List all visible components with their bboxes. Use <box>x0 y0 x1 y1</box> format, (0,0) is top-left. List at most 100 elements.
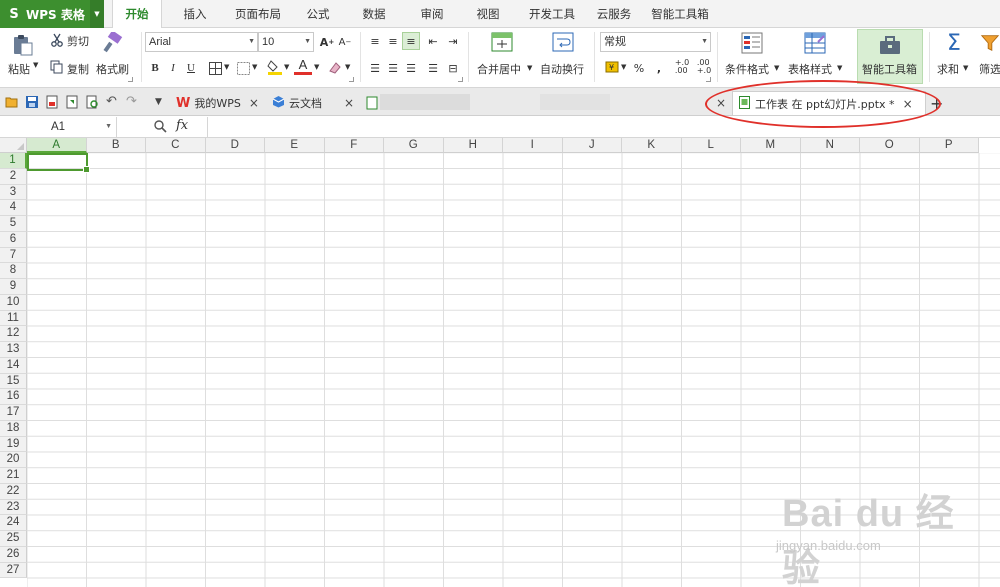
export-pdf-icon[interactable] <box>45 95 59 109</box>
column-header-g[interactable]: G <box>384 138 444 153</box>
distributed-icon[interactable]: ⊟ <box>444 59 462 77</box>
table-style-button[interactable]: 表格样式 <box>788 61 832 77</box>
tab-insert[interactable]: 插入 <box>170 0 220 28</box>
alignment-launcher-icon[interactable] <box>458 77 463 82</box>
cut-button[interactable]: 剪切 <box>67 33 89 49</box>
column-header-a[interactable]: A <box>27 138 87 153</box>
format-painter-button[interactable]: 格式刷 <box>96 61 129 77</box>
tab-review[interactable]: 审阅 <box>410 0 454 28</box>
column-header-l[interactable]: L <box>681 138 741 153</box>
merge-center-dropdown-icon[interactable]: ▼ <box>527 64 532 72</box>
row-header-10[interactable]: 10 <box>0 294 27 311</box>
row-header-7[interactable]: 7 <box>0 247 27 264</box>
number-format-select[interactable]: 常规 ▼ <box>600 32 711 52</box>
column-header-o[interactable]: O <box>860 138 920 153</box>
close-icon[interactable]: × <box>249 96 259 110</box>
row-header-26[interactable]: 26 <box>0 546 27 563</box>
tab-cloud-docs[interactable]: 云文档 × <box>272 91 354 115</box>
undo-icon[interactable]: ↶ <box>106 95 120 109</box>
smart-toolbox-button[interactable]: 智能工具箱 <box>857 29 923 84</box>
save-icon[interactable] <box>25 95 39 109</box>
table-style-icon[interactable] <box>803 31 827 55</box>
tab-view[interactable]: 视图 <box>466 0 510 28</box>
increase-decimal-button[interactable]: +.0 .00 <box>672 57 692 77</box>
table-style-dropdown-icon[interactable]: ▼ <box>837 64 842 72</box>
row-header-17[interactable]: 17 <box>0 405 27 421</box>
italic-button[interactable]: I <box>164 59 182 77</box>
wrap-text-button[interactable]: 自动换行 <box>540 61 584 77</box>
cell-style-dropdown-icon[interactable]: ▼ <box>252 63 257 71</box>
decrease-indent-icon[interactable]: ⇤ <box>424 32 442 50</box>
align-center-icon[interactable]: ☰ <box>384 59 402 77</box>
row-header-1[interactable]: 1 <box>0 153 27 169</box>
row-header-18[interactable]: 18 <box>0 420 27 437</box>
row-header-21[interactable]: 21 <box>0 468 27 484</box>
tab-developer[interactable]: 开发工具 <box>522 0 582 28</box>
sum-icon[interactable]: Σ <box>943 31 965 56</box>
font-size-select[interactable]: 10 ▼ <box>258 32 314 52</box>
row-header-16[interactable]: 16 <box>0 389 27 405</box>
name-box[interactable]: A1 ▼ <box>0 117 117 137</box>
merge-center-button[interactable]: 合并居中 <box>477 61 521 77</box>
align-right-icon[interactable]: ☰ <box>402 59 420 77</box>
select-all-button[interactable] <box>0 138 27 153</box>
copy-button[interactable]: 复制 <box>67 61 89 77</box>
column-header-b[interactable]: B <box>86 138 146 153</box>
align-middle-icon[interactable]: ≡ <box>384 32 402 50</box>
row-header-5[interactable]: 5 <box>0 216 27 232</box>
insert-function-button[interactable]: fx <box>176 118 188 133</box>
column-header-n[interactable]: N <box>800 138 860 153</box>
row-header-25[interactable]: 25 <box>0 531 27 547</box>
tab-my-wps[interactable]: W 我的WPS × <box>176 91 259 115</box>
app-menu-dropdown-icon[interactable]: ▼ <box>90 0 104 28</box>
decrease-font-icon[interactable]: A − <box>336 33 354 51</box>
name-box-dropdown-icon[interactable]: ▼ <box>105 117 112 137</box>
row-header-12[interactable]: 12 <box>0 326 27 342</box>
paste-button[interactable]: 粘贴 <box>8 61 30 77</box>
customize-toolbar-icon[interactable]: ▼ <box>155 95 169 109</box>
currency-format-icon[interactable]: ¥ <box>603 58 621 76</box>
magnifier-icon[interactable] <box>153 119 167 133</box>
close-icon[interactable]: × <box>344 96 354 110</box>
print-preview-icon[interactable] <box>85 95 99 109</box>
column-header-c[interactable]: C <box>146 138 206 153</box>
font-name-select[interactable]: Arial ▼ <box>145 32 258 52</box>
tab-data[interactable]: 数据 <box>352 0 396 28</box>
fill-color-icon[interactable] <box>266 58 284 76</box>
tab-cloud[interactable]: 云服务 <box>590 0 638 28</box>
wrap-text-icon[interactable] <box>551 31 575 53</box>
row-header-24[interactable]: 24 <box>0 515 27 531</box>
row-header-6[interactable]: 6 <box>0 231 27 248</box>
clear-format-dropdown-icon[interactable]: ▼ <box>345 63 350 71</box>
column-header-d[interactable]: D <box>205 138 265 153</box>
cell-fill-style-icon[interactable] <box>234 59 252 77</box>
tab-formula[interactable]: 公式 <box>296 0 340 28</box>
print-icon[interactable] <box>65 95 79 109</box>
sum-button[interactable]: 求和 <box>937 61 959 77</box>
row-header-8[interactable]: 8 <box>0 263 27 279</box>
column-header-i[interactable]: I <box>503 138 563 153</box>
filter-button[interactable]: 筛选 <box>979 61 1000 77</box>
row-header-4[interactable]: 4 <box>0 200 27 216</box>
redo-icon[interactable]: ↷ <box>126 95 140 109</box>
number-launcher-icon[interactable] <box>706 77 711 82</box>
format-painter-icon[interactable] <box>102 31 124 55</box>
tab-home[interactable]: 开始 <box>112 0 162 29</box>
increase-font-icon[interactable]: A + <box>318 33 336 51</box>
borders-dropdown-icon[interactable]: ▼ <box>224 63 229 71</box>
underline-button[interactable]: U <box>182 59 200 77</box>
merge-center-icon[interactable] <box>490 31 514 53</box>
row-header-27[interactable]: 27 <box>0 562 27 579</box>
row-header-9[interactable]: 9 <box>0 279 27 295</box>
row-header-14[interactable]: 14 <box>0 357 27 374</box>
conditional-format-button[interactable]: 条件格式 <box>725 61 769 77</box>
conditional-format-icon[interactable] <box>740 31 764 55</box>
sum-dropdown-icon[interactable]: ▼ <box>963 64 968 72</box>
tab-smart-toolbox[interactable]: 智能工具箱 <box>648 0 712 28</box>
column-header-e[interactable]: E <box>265 138 325 153</box>
filter-icon[interactable] <box>980 31 1000 55</box>
currency-dropdown-icon[interactable]: ▼ <box>621 63 626 71</box>
app-menu-button[interactable]: S WPS 表格 ▼ <box>0 0 104 28</box>
row-header-22[interactable]: 22 <box>0 483 27 500</box>
clipboard-launcher-icon[interactable] <box>128 77 133 82</box>
